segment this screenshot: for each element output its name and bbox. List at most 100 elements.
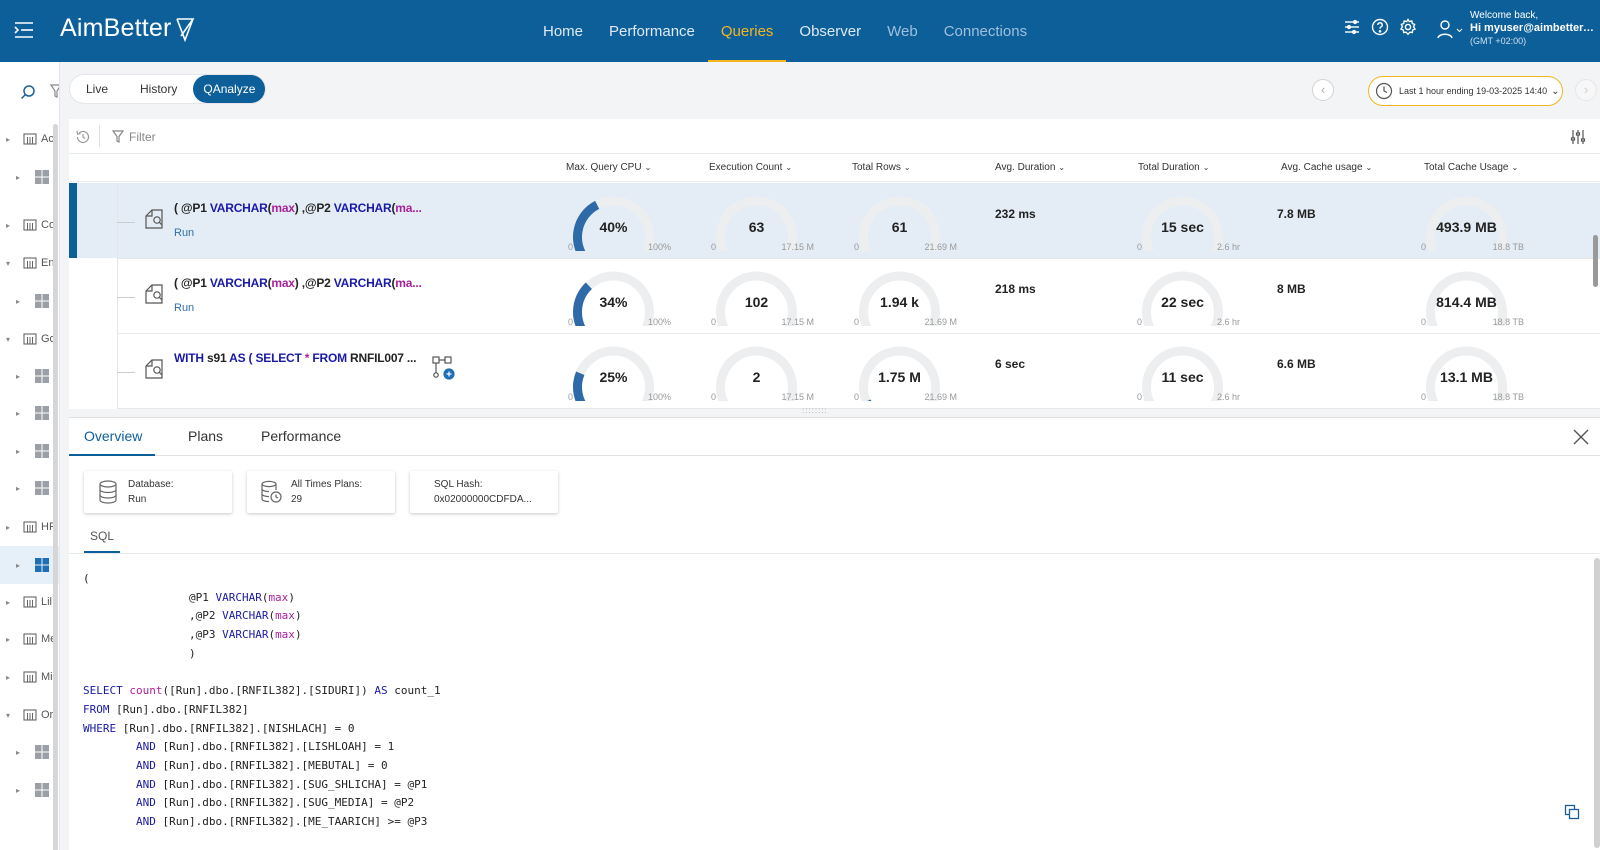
help-icon[interactable]: [1371, 18, 1389, 36]
column-settings-icon[interactable]: [1570, 129, 1586, 145]
expand-caret-icon[interactable]: ▸: [13, 297, 23, 306]
run-database-link[interactable]: Run: [174, 227, 194, 239]
sidebar-server-item[interactable]: ▸: [0, 733, 59, 771]
expand-caret-icon[interactable]: ▸: [3, 221, 13, 230]
sidebar-toggle-icon[interactable]: [12, 18, 36, 42]
resize-handle[interactable]: ::::::::: [802, 406, 828, 415]
grid-scrollbar[interactable]: [1593, 235, 1598, 287]
tree-connector: [117, 222, 135, 223]
column-header-exec[interactable]: Execution Count ⌄: [709, 162, 792, 173]
nav-performance[interactable]: Performance: [596, 0, 708, 62]
code-line: WHERE [Run].dbo.[RNFIL382].[NISHLACH] = …: [83, 721, 355, 735]
sidebar-server-item[interactable]: ▸: [0, 546, 59, 584]
tab-sql[interactable]: SQL: [84, 529, 121, 553]
tab-history[interactable]: History: [124, 75, 193, 103]
server-group-icon: [23, 671, 37, 683]
time-range-select[interactable]: Last 1 hour ending 19-03-2025 14:40 ⌄: [1368, 76, 1563, 106]
sidebar-group-item[interactable]: ▸ Lil: [0, 583, 59, 621]
filter-icon[interactable]: [50, 84, 60, 98]
expand-caret-icon[interactable]: ▸: [13, 173, 23, 182]
filter-icon[interactable]: [112, 130, 124, 143]
tab-qanalyze[interactable]: QAnalyze: [193, 75, 266, 103]
code-scrollbar[interactable]: [1594, 558, 1600, 848]
user-icon[interactable]: [1437, 19, 1465, 39]
column-header-avg-duration[interactable]: Avg. Duration ⌄: [995, 162, 1065, 173]
tab-overview[interactable]: Overview: [84, 428, 142, 444]
column-header-cpu[interactable]: Max. Query CPU ⌄: [566, 162, 651, 173]
sidebar-group-item[interactable]: ▸ Co: [0, 206, 59, 244]
time-prev-button[interactable]: ‹: [1312, 79, 1334, 101]
code-line: FROM [Run].dbo.[RNFIL382]: [83, 702, 249, 716]
app-logo[interactable]: AimBetter: [60, 14, 195, 43]
sidebar-group-item[interactable]: ▾ Go: [0, 320, 59, 358]
gauge-max: 21.69 M: [924, 317, 957, 327]
expand-caret-icon[interactable]: ▸: [13, 372, 23, 381]
query-row[interactable]: ( @P1 VARCHAR(max) ,@P2 VARCHAR(ma... Run…: [69, 258, 1600, 341]
expand-caret-icon[interactable]: ▸: [3, 135, 13, 144]
sidebar-group-item[interactable]: ▾ Or: [0, 696, 59, 734]
expand-caret-icon[interactable]: ▾: [3, 335, 13, 344]
sidebar-server-item[interactable]: ▸: [0, 432, 59, 470]
copy-icon[interactable]: [1564, 804, 1580, 820]
expand-caret-icon[interactable]: ▸: [13, 409, 23, 418]
sidebar-server-item[interactable]: ▸: [0, 282, 59, 320]
cpu-gauge: 34% 0 100%: [566, 266, 671, 341]
run-database-link[interactable]: Run: [174, 302, 194, 314]
gauge-value: 40%: [599, 219, 628, 235]
tab-live[interactable]: Live: [70, 75, 124, 103]
filter-input[interactable]: Filter: [129, 130, 156, 144]
nav-connections[interactable]: Connections: [931, 0, 1040, 62]
expand-caret-icon[interactable]: ▸: [3, 635, 13, 644]
column-header-rows[interactable]: Total Rows ⌄: [852, 162, 911, 173]
logo-text: AimBetter: [60, 14, 172, 42]
query-text[interactable]: ( @P1 VARCHAR(max) ,@P2 VARCHAR(ma...: [174, 201, 422, 215]
close-icon[interactable]: [1571, 427, 1591, 447]
sidebar-server-item[interactable]: ▸: [0, 158, 59, 196]
expand-caret-icon[interactable]: ▸: [13, 484, 23, 493]
sidebar-group-item[interactable]: ▸ Me: [0, 620, 59, 658]
nav-web[interactable]: Web: [874, 0, 931, 62]
sidebar-group-item[interactable]: ▸ Ac: [0, 120, 59, 158]
nav-home[interactable]: Home: [530, 0, 596, 62]
query-text[interactable]: WITH s91 AS ( SELECT * FROM RNFIL007 ...: [174, 351, 417, 365]
query-text[interactable]: ( @P1 VARCHAR(max) ,@P2 VARCHAR(ma...: [174, 276, 422, 290]
expand-caret-icon[interactable]: ▸: [13, 748, 23, 757]
sidebar-group-item[interactable]: ▾ En: [0, 244, 59, 282]
tab-plans[interactable]: Plans: [188, 428, 223, 444]
search-icon[interactable]: [20, 84, 36, 100]
history-icon[interactable]: [75, 129, 91, 145]
column-header-total-duration[interactable]: Total Duration ⌄: [1138, 162, 1209, 173]
sidebar-server-item[interactable]: ▸: [0, 771, 59, 809]
nav-queries[interactable]: Queries: [707, 0, 787, 62]
column-header-avg-cache[interactable]: Avg. Cache usage ⌄: [1281, 162, 1372, 173]
tab-performance[interactable]: Performance: [261, 428, 341, 444]
expand-caret-icon[interactable]: ▸: [3, 523, 13, 532]
sidebar-server-item[interactable]: ▸: [0, 394, 59, 432]
gauge-min: 0: [1137, 242, 1143, 252]
sidebar-server-item[interactable]: ▸: [0, 357, 59, 395]
sidebar-server-item[interactable]: ▸: [0, 469, 59, 507]
expand-caret-icon[interactable]: ▸: [3, 598, 13, 607]
sidebar-scrollbar[interactable]: [53, 124, 58, 850]
sql-code[interactable]: ( @P1 VARCHAR(max) ,@P2 VARCHAR(max) ,@P…: [83, 570, 441, 832]
expand-caret-icon[interactable]: ▸: [3, 673, 13, 682]
expand-caret-icon[interactable]: ▸: [13, 447, 23, 456]
expand-caret-icon[interactable]: ▸: [13, 561, 23, 570]
sidebar-group-item[interactable]: ▸ HF: [0, 508, 59, 546]
gauge-min: 0: [711, 242, 717, 252]
gauge-value: 63: [748, 219, 765, 235]
sidebar-group-item[interactable]: ▸ Mil: [0, 658, 59, 696]
nav-observer[interactable]: Observer: [786, 0, 874, 62]
query-row[interactable]: WITH s91 AS ( SELECT * FROM RNFIL007 ...…: [69, 333, 1600, 409]
list-settings-icon[interactable]: [1343, 18, 1361, 36]
gear-icon[interactable]: [1399, 18, 1417, 36]
execution-plan-icon[interactable]: [431, 355, 457, 381]
query-row[interactable]: ( @P1 VARCHAR(max) ,@P2 VARCHAR(ma... Run…: [69, 183, 1600, 266]
expand-caret-icon[interactable]: ▾: [3, 711, 13, 720]
expand-caret-icon[interactable]: ▾: [3, 259, 13, 268]
user-info[interactable]: Welcome back, Hi myuser@aimbetter.... (G…: [1470, 9, 1595, 48]
expand-caret-icon[interactable]: ▸: [13, 786, 23, 795]
code-line: @P1 VARCHAR(max): [83, 590, 295, 604]
column-header-total-cache[interactable]: Total Cache Usage ⌄: [1424, 162, 1518, 173]
time-next-button[interactable]: ›: [1575, 79, 1597, 101]
